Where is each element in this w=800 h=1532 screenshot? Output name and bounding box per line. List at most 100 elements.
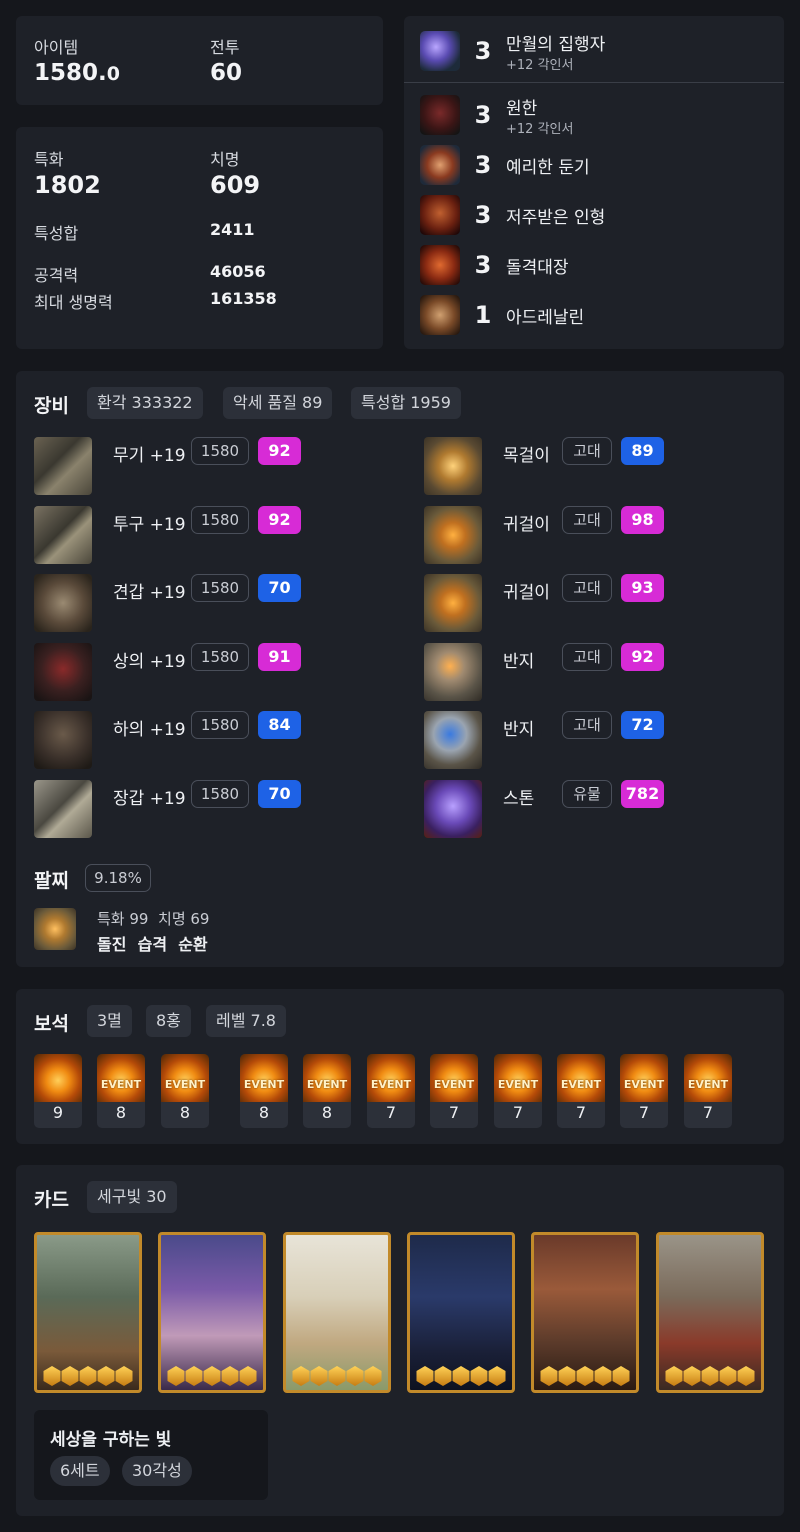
accessory-item[interactable]: 스톤 유물 782	[424, 780, 724, 838]
accessory-item[interactable]: 반지 고대 92	[424, 643, 724, 701]
gem-event-badge: EVENT	[560, 1078, 602, 1091]
accessory-item[interactable]: 목걸이 고대 89	[424, 437, 724, 495]
gems-chip: 3멸	[87, 1005, 132, 1037]
gear-item[interactable]: 투구 +19 1580 92	[34, 506, 334, 564]
engraving-row[interactable]: 3 저주받은 인형	[420, 193, 605, 237]
accessory-grade: 유물	[562, 780, 612, 808]
gem-item[interactable]: EVENT 7	[684, 1054, 732, 1128]
engraving-row[interactable]: 3 예리한 둔기	[420, 143, 590, 187]
gem-item[interactable]: EVENT 7	[557, 1054, 605, 1128]
cards-title: 카드	[34, 1189, 69, 1211]
quality-badge: 92	[258, 506, 301, 534]
crit-value: 609	[210, 171, 261, 199]
gear-item[interactable]: 견갑 +19 1580 70	[34, 574, 334, 632]
engraving-row[interactable]: 3 만월의 집행자 +12 각인서	[420, 29, 605, 73]
spec-label: 특화	[34, 150, 64, 169]
accessory-grade: 고대	[562, 643, 612, 671]
card-item[interactable]	[34, 1232, 142, 1393]
accessory-name: 반지	[503, 720, 535, 740]
card-item[interactable]	[531, 1232, 639, 1393]
accessory-item[interactable]: 귀걸이 고대 98	[424, 506, 724, 564]
accessory-item[interactable]: 반지 고대 72	[424, 711, 724, 769]
gear-item[interactable]: 하의 +19 1580 84	[34, 711, 334, 769]
engraving-name: 만월의 집행자	[506, 34, 606, 55]
summary-panel: 아이템 1580.0 전투 60	[16, 16, 383, 105]
accessory-item[interactable]: 귀걸이 고대 93	[424, 574, 724, 632]
grudge-icon	[420, 95, 460, 135]
card-set-name: 세상을 구하는 빛	[50, 1430, 172, 1450]
gems-title: 보석	[34, 1013, 69, 1035]
gem-level: 8	[115, 1103, 127, 1122]
engraving-row[interactable]: 3 돌격대장	[420, 243, 569, 287]
combat-level-value: 60	[210, 60, 243, 86]
gem-event-badge: EVENT	[243, 1078, 285, 1091]
gem-event-badge: EVENT	[370, 1078, 412, 1091]
card-set-chip: 6세트	[50, 1456, 110, 1486]
gear-name: 장갑 +19	[113, 789, 186, 809]
gem-item[interactable]: 9	[34, 1054, 82, 1128]
engraving-name: 원한	[506, 98, 538, 119]
engravings-panel: 3 만월의 집행자 +12 각인서 3 원한 +12 각인서 3 예리한 둔기 3 …	[404, 16, 784, 349]
quality-badge: 89	[621, 437, 664, 465]
gem-level: 7	[512, 1103, 524, 1122]
card-item[interactable]	[656, 1232, 764, 1393]
engraving-name: 돌격대장	[506, 257, 569, 278]
engraving-level: 3	[474, 101, 492, 129]
gear-name: 투구 +19	[113, 515, 186, 535]
attack-label: 공격력	[34, 266, 79, 285]
gloves-icon	[34, 780, 92, 838]
item-level-dec: 0	[106, 63, 120, 85]
gem-item[interactable]: EVENT 8	[303, 1054, 351, 1128]
engraving-name: 아드레날린	[506, 307, 585, 328]
bracelet-title: 팔찌	[34, 870, 69, 892]
engraving-row[interactable]: 3 원한 +12 각인서	[420, 93, 573, 137]
gem-item[interactable]: EVENT 8	[97, 1054, 145, 1128]
gem-item[interactable]: EVENT 7	[494, 1054, 542, 1128]
gem-level: 7	[448, 1103, 460, 1122]
gear-item[interactable]: 장갑 +19 1580 70	[34, 780, 334, 838]
gem-item[interactable]: EVENT 7	[620, 1054, 668, 1128]
card-item[interactable]	[407, 1232, 515, 1393]
gem-event-badge: EVENT	[433, 1078, 475, 1091]
keen-blunt-weapon-icon	[420, 145, 460, 185]
accessory-name: 목걸이	[503, 446, 550, 466]
accessory-grade: 고대	[562, 437, 612, 465]
gear-item[interactable]: 무기 +19 1580 92	[34, 437, 334, 495]
quality-badge: 84	[258, 711, 301, 739]
gear-name: 무기 +19	[113, 446, 186, 466]
gem-level: 7	[702, 1103, 714, 1122]
gems-chip: 8홍	[146, 1005, 191, 1037]
gem-event-badge: EVENT	[687, 1078, 729, 1091]
gear-item[interactable]: 상의 +19 1580 91	[34, 643, 334, 701]
quality-badge: 91	[258, 643, 301, 671]
accessory-grade: 고대	[562, 574, 612, 602]
bracelet-effect: 돌진	[97, 935, 127, 954]
quality-badge: 72	[621, 711, 664, 739]
gem-item[interactable]: EVENT 7	[430, 1054, 478, 1128]
shoulder-icon	[34, 574, 92, 632]
ring-icon	[424, 643, 482, 701]
card-awakening	[43, 1366, 133, 1386]
gem-level: 9	[52, 1103, 64, 1122]
gem-level: 7	[575, 1103, 587, 1122]
bracelet-icon[interactable]	[34, 908, 76, 950]
accessory-grade: 고대	[562, 506, 612, 534]
gem-item[interactable]: EVENT 8	[240, 1054, 288, 1128]
card-awakening	[416, 1366, 506, 1386]
engraving-level: 3	[474, 251, 492, 279]
gem-level: 7	[638, 1103, 650, 1122]
gem-item[interactable]: EVENT 8	[161, 1054, 209, 1128]
card-item[interactable]	[158, 1232, 266, 1393]
weapon-icon	[34, 437, 92, 495]
gem-level: 7	[385, 1103, 397, 1122]
card-item[interactable]	[283, 1232, 391, 1393]
gem-level: 8	[321, 1103, 333, 1122]
gem-level: 8	[258, 1103, 270, 1122]
engraving-row[interactable]: 1 아드레날린	[420, 293, 584, 337]
quality-badge: 70	[258, 574, 301, 602]
pants-icon	[34, 711, 92, 769]
engraving-level: 3	[474, 151, 492, 179]
total-stat-label: 특성합	[34, 224, 79, 243]
card-awakening	[665, 1366, 755, 1386]
gem-item[interactable]: EVENT 7	[367, 1054, 415, 1128]
